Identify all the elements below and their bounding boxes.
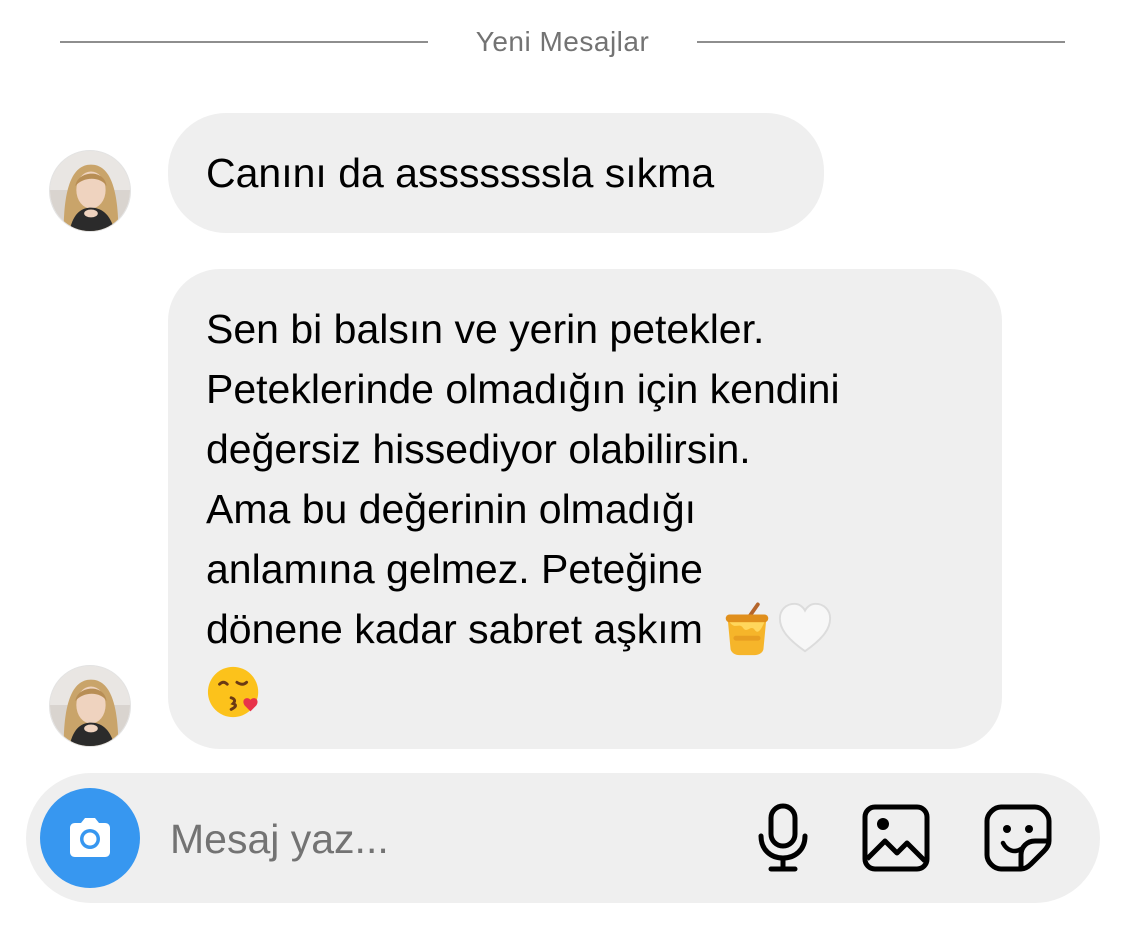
message-text: Canını da asssssssla sıkma bbox=[206, 150, 715, 196]
voice-message-button[interactable] bbox=[746, 801, 820, 875]
message-bubble[interactable]: Canını da asssssssla sıkma bbox=[168, 113, 824, 233]
message-composer bbox=[26, 773, 1100, 903]
sticker-button[interactable] bbox=[981, 801, 1055, 875]
camera-icon bbox=[70, 818, 110, 857]
sender-avatar[interactable] bbox=[49, 150, 131, 232]
camera-button[interactable] bbox=[40, 788, 140, 888]
image-icon bbox=[862, 804, 930, 872]
gallery-button[interactable] bbox=[859, 801, 933, 875]
message-bubble[interactable]: Sen bi balsın ve yerin petekler. Petekle… bbox=[168, 269, 1002, 749]
sticker-icon bbox=[984, 804, 1052, 872]
new-messages-divider: Yeni Mesajlar bbox=[60, 20, 1065, 64]
honey-pot-emoji bbox=[725, 602, 769, 656]
sender-avatar[interactable] bbox=[49, 665, 131, 747]
microphone-icon bbox=[758, 803, 808, 872]
divider-line-right bbox=[697, 41, 1065, 43]
avatar-photo bbox=[50, 666, 130, 746]
face-blowing-kiss-emoji bbox=[207, 667, 259, 718]
white-heart-emoji bbox=[779, 603, 832, 653]
message-input[interactable] bbox=[170, 809, 730, 869]
avatar-photo bbox=[50, 151, 130, 231]
